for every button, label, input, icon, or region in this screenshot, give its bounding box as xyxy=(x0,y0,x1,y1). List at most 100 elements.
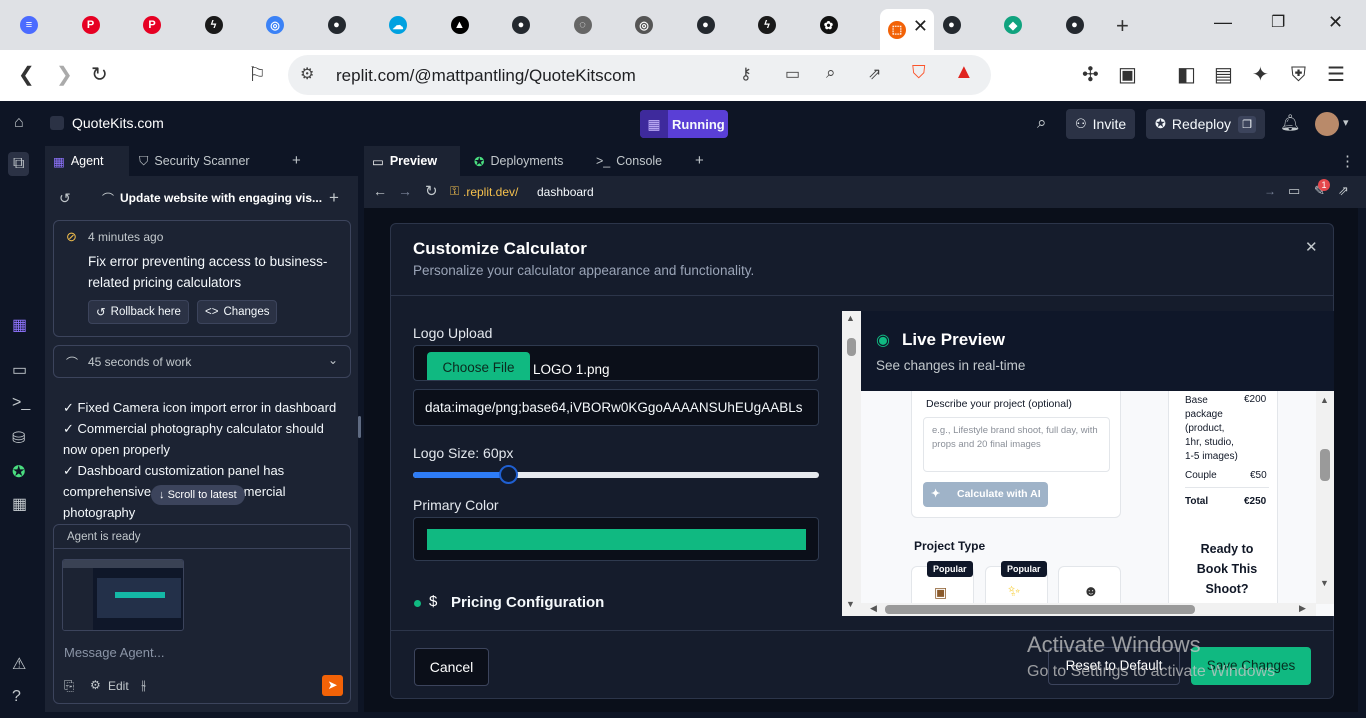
browser-tab[interactable]: ● xyxy=(934,9,970,41)
tab-agent[interactable]: ▦ Agent xyxy=(45,146,129,176)
leo-ai-icon[interactable]: ✦ xyxy=(1252,63,1269,87)
browser-tab[interactable]: ϟ xyxy=(749,9,785,41)
edit-label[interactable]: Edit xyxy=(108,679,129,693)
bookmark-icon[interactable]: ⚐ xyxy=(248,63,266,87)
home-icon[interactable]: ⌂ xyxy=(14,114,24,132)
work-summary[interactable]: ⌒ 45 seconds of work ⌄ xyxy=(53,345,351,378)
changes-button[interactable]: <> Changes xyxy=(197,300,278,324)
browser-tab[interactable]: ● xyxy=(688,9,724,41)
preview-back-icon[interactable]: ← xyxy=(373,183,387,199)
browser-tab[interactable]: ▲ xyxy=(442,9,478,41)
tab-security-scanner[interactable]: ⛉ Security Scanner xyxy=(131,146,286,176)
preview-forward-icon[interactable]: → xyxy=(398,183,412,199)
describe-textarea[interactable]: e.g., Lifestyle brand shoot, full day, w… xyxy=(923,417,1110,472)
new-tab-plus-icon[interactable]: + xyxy=(292,152,301,169)
files-icon[interactable]: ⧉ xyxy=(8,152,30,176)
open-new-window-icon[interactable]: ⇗ xyxy=(1338,183,1349,199)
restore-icon[interactable]: ❐ xyxy=(1271,12,1285,32)
new-thread-icon[interactable]: + xyxy=(329,188,339,208)
menu-icon[interactable]: ☰ xyxy=(1327,63,1345,87)
tab-preview[interactable]: ▭ Preview xyxy=(364,146,460,176)
cancel-button[interactable]: Cancel xyxy=(414,648,489,686)
browser-tab[interactable]: ☁ xyxy=(380,9,416,41)
pricing-section-title[interactable]: Pricing Configuration xyxy=(451,594,604,611)
thread-title[interactable]: Update website with engaging vis... xyxy=(120,191,322,205)
calculate-with-ai-button[interactable]: ✦ Calculate with AI xyxy=(923,482,1048,507)
database-icon[interactable]: ⛁ xyxy=(12,428,25,448)
project-name[interactable]: QuoteKits.com xyxy=(72,115,164,131)
webview-icon[interactable]: ▭ xyxy=(12,360,27,380)
brave-rewards-icon[interactable]: ▲ xyxy=(954,61,974,84)
forward-icon[interactable]: ❯ xyxy=(56,63,73,87)
alert-icon[interactable]: ⚠ xyxy=(12,654,26,674)
edit-icon[interactable]: ⚙ xyxy=(90,678,101,692)
run-status-button[interactable]: ▦ Running xyxy=(640,110,728,138)
reader-icon[interactable]: ▣ xyxy=(1118,63,1137,87)
screenshot-thumbnail[interactable] xyxy=(62,559,184,631)
avatar[interactable] xyxy=(1315,112,1339,136)
browser-tab[interactable]: P xyxy=(134,9,170,41)
browser-tab[interactable]: ● xyxy=(1057,9,1093,41)
search-icon[interactable]: ⌕ xyxy=(1037,113,1047,133)
help-icon[interactable]: ? xyxy=(12,688,21,706)
rollback-button[interactable]: ↺ Rollback here xyxy=(88,300,189,324)
site-settings-icon[interactable]: ⚙ xyxy=(300,64,314,84)
devices-icon[interactable]: ▭ xyxy=(1288,183,1300,199)
file-input[interactable]: Choose File LOGO 1.png xyxy=(413,345,819,381)
panel-resize-handle[interactable] xyxy=(358,416,361,438)
browser-tab[interactable]: ϟ xyxy=(196,9,232,41)
close-tab-icon[interactable]: ✕ xyxy=(913,16,928,37)
tab-deployments[interactable]: ✪ Deployments xyxy=(466,146,586,176)
chevron-down-icon[interactable]: ▾ xyxy=(1343,116,1349,129)
choose-file-button[interactable]: Choose File xyxy=(427,352,530,380)
slider-thumb[interactable] xyxy=(499,465,519,484)
browser-tab[interactable]: ◎ xyxy=(257,9,293,41)
console-icon[interactable]: >_ xyxy=(12,394,30,412)
notifications-icon[interactable]: 🔔︎ xyxy=(1280,113,1300,133)
browser-tab[interactable]: ◎ xyxy=(626,9,662,41)
share-icon[interactable]: ⇗ xyxy=(868,64,881,84)
browser-tab[interactable]: ◆ xyxy=(995,9,1031,41)
logo-size-slider[interactable] xyxy=(413,465,819,484)
extensions-icon[interactable]: ✣ xyxy=(1082,63,1099,87)
send-button[interactable]: ➤ xyxy=(322,675,343,696)
sidebar-icon[interactable]: ◧ xyxy=(1177,63,1196,87)
minimize-icon[interactable]: — xyxy=(1214,12,1232,33)
settings-sliders-icon[interactable]: ⫳ xyxy=(141,677,146,693)
primary-color-picker[interactable] xyxy=(413,517,819,561)
brave-shield-icon[interactable]: ⛉ xyxy=(912,62,926,83)
zoom-icon[interactable]: ⌕ xyxy=(826,63,836,83)
add-tab-icon[interactable]: + xyxy=(695,152,704,169)
close-icon[interactable]: ✕ xyxy=(1305,238,1318,256)
tab-console[interactable]: >_ Console xyxy=(588,146,688,176)
vpn-icon[interactable]: ⛨ xyxy=(1291,63,1306,87)
browser-tab[interactable]: ⬚ ✕ xyxy=(880,9,934,50)
close-window-icon[interactable]: ✕ xyxy=(1328,12,1343,33)
browser-tab[interactable]: ● xyxy=(503,9,539,41)
more-options-icon[interactable]: ⋮ xyxy=(1340,152,1355,170)
history-icon[interactable]: ↺ xyxy=(59,190,71,207)
browser-tab[interactable]: ✿ xyxy=(811,9,847,41)
address-bar[interactable]: ⚙ replit.com/@mattpantling/QuoteKitscom … xyxy=(288,55,991,95)
install-icon[interactable]: ▭ xyxy=(785,64,800,84)
back-icon[interactable]: ❮ xyxy=(18,63,35,87)
new-tab-icon[interactable]: + xyxy=(1116,13,1129,39)
browser-tab[interactable]: P xyxy=(73,9,109,41)
browser-tab[interactable]: ◌ xyxy=(565,9,601,41)
inner-scrollbar[interactable]: ▲ ▼ xyxy=(1316,391,1334,604)
attach-icon[interactable]: ⎘ xyxy=(64,678,74,694)
browser-tab[interactable]: ≡ xyxy=(11,9,47,41)
go-icon[interactable]: → xyxy=(1264,184,1276,198)
invite-button[interactable]: ⚇ Invite xyxy=(1066,109,1136,139)
replit-agent-icon[interactable]: ▦ xyxy=(12,315,27,335)
horizontal-scrollbar[interactable]: ◀ ▶ xyxy=(861,603,1316,616)
reload-icon[interactable]: ↻ xyxy=(91,63,108,87)
message-input[interactable]: Message Agent... xyxy=(64,645,164,660)
logo-data-url-input[interactable]: data:image/png;base64,iVBORw0KGgoAAAANSU… xyxy=(413,389,819,426)
preview-path[interactable]: dashboard xyxy=(537,185,594,199)
all-tools-icon[interactable]: ▦ xyxy=(12,494,27,514)
preview-host[interactable]: .replit.dev/ xyxy=(463,185,518,199)
live-preview-scrollbar[interactable]: ▲ ▼ xyxy=(842,311,861,616)
scroll-to-latest-button[interactable]: ↓ Scroll to latest xyxy=(151,485,245,505)
deployments-icon[interactable]: ✪ xyxy=(12,462,25,482)
